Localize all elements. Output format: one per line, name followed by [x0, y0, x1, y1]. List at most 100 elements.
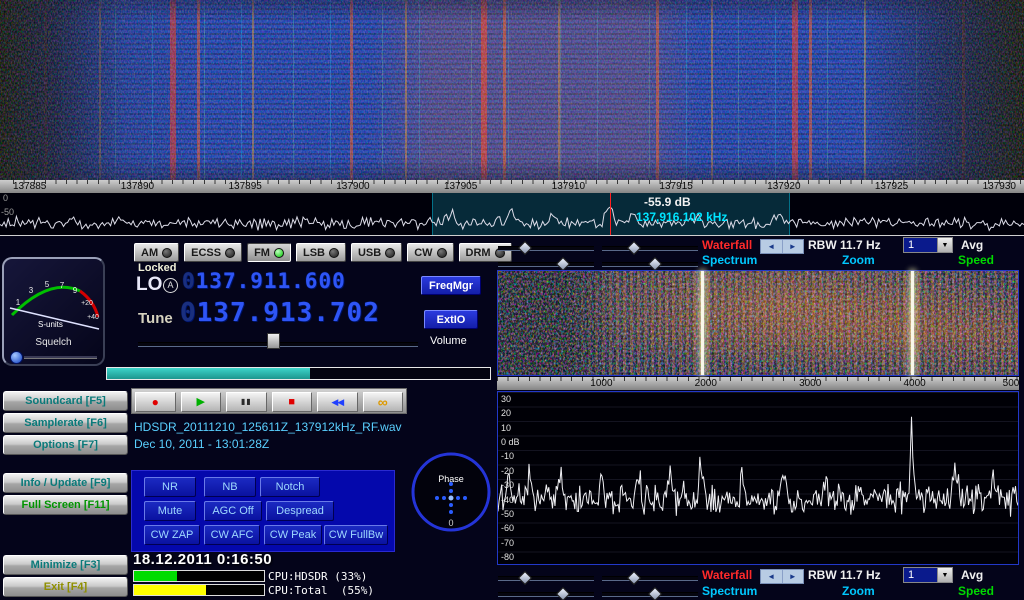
extio-button[interactable]: ExtIO	[424, 310, 478, 329]
spectrum-mode-label-2[interactable]: Spectrum	[702, 584, 757, 598]
soundcard-button[interactable]: Soundcard [F5]	[3, 391, 128, 411]
playback-position-fill	[107, 368, 310, 379]
wav-filename: HDSDR_20111210_125611Z_137912kHz_RF.wav	[134, 420, 402, 434]
options-button[interactable]: Options [F7]	[3, 435, 128, 455]
overview-spectrum-trace	[0, 193, 1024, 235]
avg-select-2[interactable]: 1 ▼	[903, 567, 953, 583]
spectrum-offset-slider-2[interactable]	[602, 588, 698, 598]
spectrum-range-slider-2[interactable]	[498, 588, 594, 598]
nr-button[interactable]: NR	[144, 477, 196, 497]
band-scroll-right-icon[interactable]: ►	[783, 570, 804, 583]
scale-label: 1000	[590, 378, 612, 389]
pause-button[interactable]: ▮▮	[226, 392, 267, 412]
waterfall-contrast-slider-2[interactable]	[602, 572, 698, 582]
slider-knob[interactable]	[555, 587, 569, 600]
tune-frequency-display[interactable]: 0137.913.702	[180, 298, 380, 328]
rf-waterfall-display[interactable]	[0, 0, 1024, 180]
band-scroll-left-icon[interactable]: ◄	[761, 570, 783, 583]
minimize-button[interactable]: Minimize [F3]	[3, 555, 128, 575]
cpu-hdsdr-fill	[134, 571, 177, 581]
spectrum-offset-slider[interactable]	[602, 258, 698, 268]
chevron-down-icon[interactable]: ▼	[937, 238, 952, 252]
cw-zap-button[interactable]: CW ZAP	[144, 525, 200, 545]
hdsdr-window: 137885 137890 137895 137900 137905 13791…	[0, 0, 1024, 600]
audio-waterfall-display[interactable]	[497, 270, 1019, 376]
despread-button[interactable]: Despread	[266, 501, 334, 521]
band-scroll-left-icon[interactable]: ◄	[761, 240, 783, 253]
audio-frequency-scale[interactable]: 1000 2000 3000 4000 5000	[497, 377, 1019, 390]
avg-select[interactable]: 1 ▼	[903, 237, 953, 253]
waterfall-mode-label[interactable]: Waterfall	[702, 238, 752, 252]
record-button[interactable]: ●	[135, 392, 176, 412]
waterfall-brightness-slider-2[interactable]	[498, 572, 594, 582]
mode-button-ecss[interactable]: ECSS	[184, 243, 242, 262]
svg-text:5: 5	[45, 280, 50, 289]
playback-position-bar[interactable]	[106, 367, 491, 380]
svg-text:S-units: S-units	[38, 320, 63, 329]
play-button[interactable]: ▶	[181, 392, 222, 412]
rewind-button[interactable]: ◀◀	[317, 392, 358, 412]
squelch-knob[interactable]	[10, 351, 23, 364]
cw-afc-button[interactable]: CW AFC	[204, 525, 260, 545]
audio-spectrum-display[interactable]: 30 20 10 0 dB -10 -20 -30 -40 -50 -60 -7…	[497, 391, 1019, 565]
rf-frequency-scale[interactable]: 137885 137890 137895 137900 137905 13791…	[0, 180, 1024, 193]
fullscreen-button[interactable]: Full Screen [F11]	[3, 495, 128, 515]
lo-frequency-display[interactable]: 0137.911.600	[182, 269, 346, 293]
mode-button-am[interactable]: AM	[134, 243, 179, 262]
nb-button[interactable]: NB	[204, 477, 256, 497]
lo-lock-button[interactable]: A	[163, 278, 178, 293]
fm-led-icon	[274, 248, 284, 258]
cw-peak-button[interactable]: CW Peak	[264, 525, 322, 545]
mode-button-lsb[interactable]: LSB	[296, 243, 346, 262]
chevron-down-icon[interactable]: ▼	[937, 568, 952, 582]
samplerate-button[interactable]: Samplerate [F6]	[3, 413, 128, 433]
info-update-button[interactable]: Info / Update [F9]	[3, 473, 128, 493]
volume-slider[interactable]	[138, 338, 418, 348]
slider-knob[interactable]	[555, 257, 569, 271]
mute-button[interactable]: Mute	[144, 501, 196, 521]
slider-knob[interactable]	[648, 257, 662, 271]
svg-text:1: 1	[16, 298, 21, 307]
tune-digits: 137.913.702	[197, 298, 380, 328]
spectrum-range-slider[interactable]	[498, 258, 594, 268]
squelch-groove	[24, 356, 97, 359]
svg-text:9: 9	[73, 286, 78, 295]
agc-button[interactable]: AGC Off	[204, 501, 262, 521]
cpu-total-text: CPU:Total (55%)	[268, 584, 374, 597]
mode-label: ECSS	[191, 247, 221, 259]
waterfall-brightness-slider[interactable]	[498, 242, 594, 252]
mode-button-cw[interactable]: CW	[407, 243, 453, 262]
slider-knob[interactable]	[518, 241, 532, 255]
slider-groove	[498, 262, 594, 267]
loop-button[interactable]: ∞	[363, 392, 404, 412]
db-label: -70	[501, 538, 520, 548]
slider-knob[interactable]	[518, 571, 532, 585]
mode-button-usb[interactable]: USB	[351, 243, 402, 262]
slider-knob[interactable]	[648, 587, 662, 600]
mode-label: CW	[414, 247, 432, 259]
volume-knob[interactable]	[267, 333, 280, 349]
band-scroll-right-icon[interactable]: ►	[783, 240, 804, 253]
notch-button[interactable]: Notch	[260, 477, 320, 497]
db-label: 10	[501, 423, 520, 433]
slider-knob[interactable]	[627, 571, 641, 585]
rf-overview-spectrum[interactable]: 0 -50 -55.9 dB 137,916.102 kHz	[0, 193, 1024, 236]
scale-label: 137900	[336, 181, 369, 193]
scale-label: 137925	[875, 181, 908, 193]
db-label: -60	[501, 523, 520, 533]
db-axis: 30 20 10 0 dB -10 -20 -30 -40 -50 -60 -7…	[501, 392, 520, 564]
mode-button-fm[interactable]: FM	[247, 243, 291, 262]
dsp-panel: NR NB Notch Mute AGC Off Despread CW ZAP…	[131, 470, 395, 552]
spectrum-mode-label[interactable]: Spectrum	[702, 253, 757, 267]
stop-button[interactable]: ■	[272, 392, 313, 412]
db-label: -30	[501, 480, 520, 490]
waterfall-contrast-slider[interactable]	[602, 242, 698, 252]
exit-button[interactable]: Exit [F4]	[3, 577, 128, 597]
waterfall-mode-label-2[interactable]: Waterfall	[702, 568, 752, 582]
tune-leading-zero: 0	[180, 298, 197, 328]
freqmgr-button[interactable]: FreqMgr	[421, 276, 481, 295]
slider-groove	[602, 246, 698, 251]
cw-fullbw-button[interactable]: CW FullBw	[324, 525, 388, 545]
cpu-total-fill	[134, 585, 206, 595]
slider-knob[interactable]	[627, 241, 641, 255]
